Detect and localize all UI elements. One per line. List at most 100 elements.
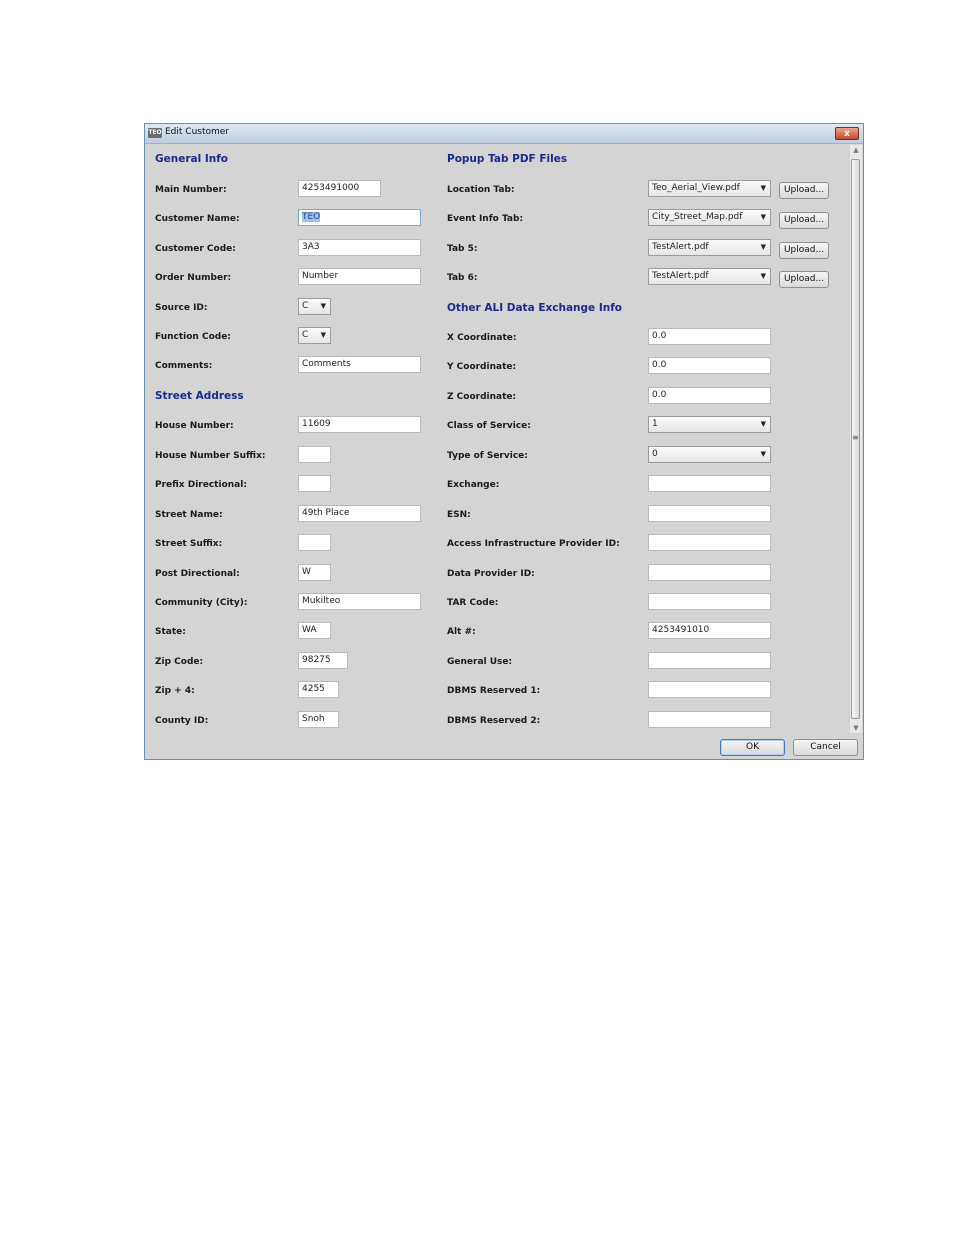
general-use-input[interactable] (648, 652, 771, 669)
tar-code-input[interactable] (648, 593, 771, 610)
comments-input[interactable]: Comments (298, 356, 421, 373)
tab-6-dropdown[interactable]: TestAlert.pdf ▼ (648, 268, 771, 285)
location-tab-label: Location Tab: (447, 185, 515, 195)
access-infrastructure-provider-id-input[interactable] (648, 534, 771, 551)
post-directional-input[interactable]: W (298, 564, 331, 581)
type-of-service-label: Type of Service: (447, 451, 528, 461)
dbms-reserved-1-label: DBMS Reserved 1: (447, 686, 541, 696)
chevron-down-icon: ▼ (320, 331, 326, 339)
vertical-scrollbar[interactable]: ▲ ≡ ▼ (849, 145, 862, 733)
order-number-input[interactable]: Number (298, 268, 421, 285)
house-number-suffix-label: House Number Suffix: (155, 451, 266, 461)
app-icon: TEO (148, 128, 162, 138)
data-provider-id-input[interactable] (648, 564, 771, 581)
tab-6-value: TestAlert.pdf (652, 271, 709, 281)
community-city-input[interactable]: Mukilteo (298, 593, 421, 610)
zip-plus-four-input[interactable]: 4255 (298, 681, 339, 698)
y-coordinate-input[interactable]: 0.0 (648, 357, 771, 374)
chevron-down-icon: ▼ (760, 213, 766, 221)
county-id-input[interactable]: Snoh (298, 711, 339, 728)
zip-plus-four-label: Zip + 4: (155, 686, 195, 696)
customer-name-input[interactable]: TEO (298, 209, 421, 226)
location-tab-value: Teo_Aerial_View.pdf (652, 183, 740, 193)
event-info-tab-upload-button[interactable]: Upload... (779, 212, 829, 229)
close-button[interactable]: x (835, 127, 859, 140)
post-directional-label: Post Directional: (155, 569, 240, 579)
customer-code-input[interactable]: 3A3 (298, 239, 421, 256)
tar-code-label: TAR Code: (447, 598, 499, 608)
chevron-down-icon: ▼ (320, 302, 326, 310)
scroll-up-icon[interactable]: ▲ (850, 146, 862, 154)
community-city-label: Community (City): (155, 598, 248, 608)
class-of-service-dropdown[interactable]: 1 ▼ (648, 416, 771, 433)
customer-name-selected-text: TEO (302, 212, 321, 222)
cancel-button[interactable]: Cancel (793, 739, 858, 756)
alt-number-input[interactable]: 4253491010 (648, 622, 771, 639)
esn-input[interactable] (648, 505, 771, 522)
street-name-label: Street Name: (155, 510, 223, 520)
class-of-service-value: 1 (652, 419, 658, 429)
source-id-value: C (302, 301, 309, 311)
alt-number-label: Alt #: (447, 627, 476, 637)
x-coordinate-input[interactable]: 0.0 (648, 328, 771, 345)
type-of-service-dropdown[interactable]: 0 ▼ (648, 446, 771, 463)
tab-5-dropdown[interactable]: TestAlert.pdf ▼ (648, 239, 771, 256)
dbms-reserved-1-input[interactable] (648, 681, 771, 698)
dbms-reserved-2-label: DBMS Reserved 2: (447, 716, 541, 726)
prefix-directional-input[interactable] (298, 475, 331, 492)
tab-6-upload-button[interactable]: Upload... (779, 271, 829, 288)
zip-code-label: Zip Code: (155, 657, 204, 667)
state-input[interactable]: WA (298, 622, 331, 639)
class-of-service-label: Class of Service: (447, 421, 531, 431)
x-coordinate-label: X Coordinate: (447, 333, 517, 343)
chevron-down-icon: ▼ (760, 243, 766, 251)
chevron-down-icon: ▼ (760, 272, 766, 280)
close-icon: x (844, 129, 850, 139)
z-coordinate-input[interactable]: 0.0 (648, 387, 771, 404)
house-number-suffix-input[interactable] (298, 446, 331, 463)
y-coordinate-label: Y Coordinate: (447, 362, 517, 372)
street-suffix-label: Street Suffix: (155, 539, 223, 549)
chevron-down-icon: ▼ (760, 184, 766, 192)
event-info-tab-label: Event Info Tab: (447, 214, 524, 224)
title-bar[interactable]: TEO Edit Customer x (145, 124, 863, 144)
event-info-tab-value: City_Street_Map.pdf (652, 212, 743, 222)
data-provider-id-label: Data Provider ID: (447, 569, 535, 579)
location-tab-upload-button[interactable]: Upload... (779, 182, 829, 199)
comments-label: Comments: (155, 361, 213, 371)
function-code-label: Function Code: (155, 332, 231, 342)
type-of-service-value: 0 (652, 449, 658, 459)
ok-button[interactable]: OK (720, 739, 785, 756)
house-number-label: House Number: (155, 421, 234, 431)
exchange-input[interactable] (648, 475, 771, 492)
main-number-label: Main Number: (155, 185, 227, 195)
customer-name-label: Customer Name: (155, 214, 240, 224)
window-title: Edit Customer (165, 127, 230, 137)
chevron-down-icon: ▼ (760, 420, 766, 428)
street-suffix-input[interactable] (298, 534, 331, 551)
popup-tab-pdf-heading: Popup Tab PDF Files (447, 153, 568, 165)
location-tab-dropdown[interactable]: Teo_Aerial_View.pdf ▼ (648, 180, 771, 197)
customer-code-label: Customer Code: (155, 244, 236, 254)
house-number-input[interactable]: 11609 (298, 416, 421, 433)
main-number-input[interactable]: 4253491000 (298, 180, 381, 197)
function-code-dropdown[interactable]: C ▼ (298, 327, 331, 344)
dbms-reserved-2-input[interactable] (648, 711, 771, 728)
state-label: State: (155, 627, 186, 637)
prefix-directional-label: Prefix Directional: (155, 480, 247, 490)
tab-5-label: Tab 5: (447, 244, 478, 254)
source-id-label: Source ID: (155, 303, 208, 313)
street-address-heading: Street Address (155, 390, 244, 402)
scroll-down-icon[interactable]: ▼ (850, 724, 862, 732)
zip-code-input[interactable]: 98275 (298, 652, 348, 669)
street-name-input[interactable]: 49th Place (298, 505, 421, 522)
function-code-value: C (302, 330, 309, 340)
general-info-heading: General Info (155, 153, 229, 165)
access-infrastructure-provider-id-label: Access Infrastructure Provider ID: (447, 539, 620, 549)
source-id-dropdown[interactable]: C ▼ (298, 298, 331, 315)
exchange-label: Exchange: (447, 480, 500, 490)
order-number-label: Order Number: (155, 273, 232, 283)
tab-5-upload-button[interactable]: Upload... (779, 242, 829, 259)
edit-customer-dialog: TEO Edit Customer x General Info Main Nu… (144, 123, 864, 760)
event-info-tab-dropdown[interactable]: City_Street_Map.pdf ▼ (648, 209, 771, 226)
